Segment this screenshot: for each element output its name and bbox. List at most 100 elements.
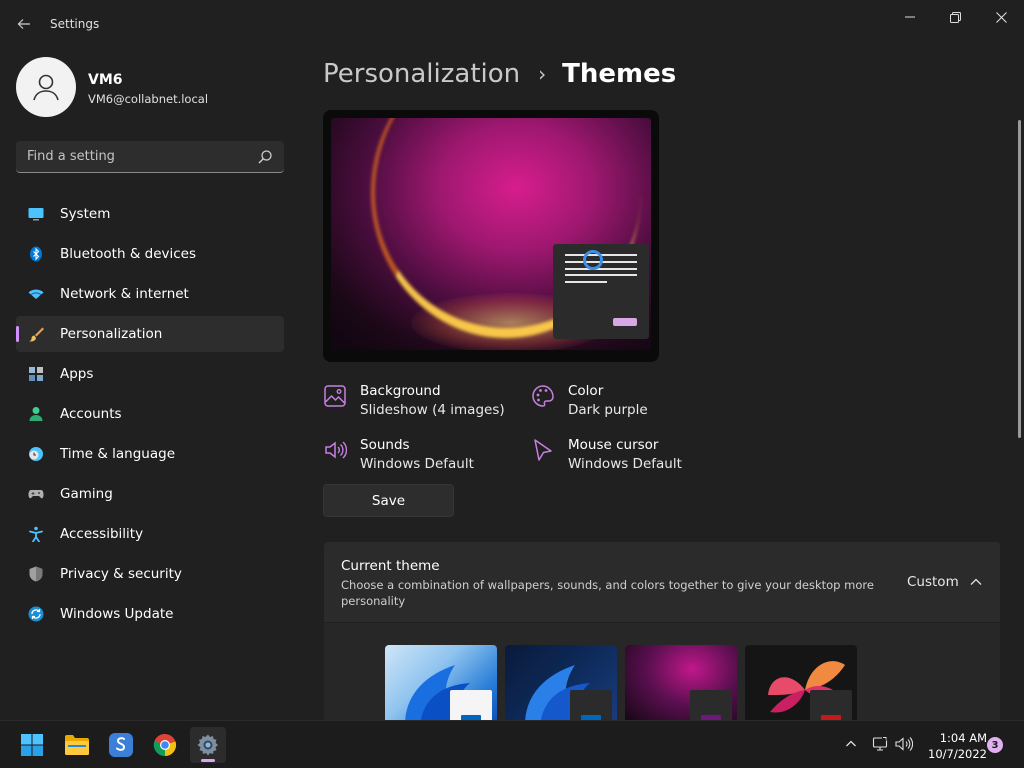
close-button[interactable] <box>979 6 1023 28</box>
theme-thumbnail-captured-motion[interactable] <box>745 645 857 720</box>
network-tray-button[interactable] <box>869 733 891 755</box>
background-title: Background <box>360 383 441 399</box>
user-name: VM6 <box>88 72 123 88</box>
color-setting[interactable]: Color Dark purple <box>531 382 731 422</box>
minimize-button[interactable] <box>888 6 932 28</box>
preview-line <box>565 281 607 283</box>
search-box[interactable]: Find a setting <box>16 141 284 173</box>
cursor-title: Mouse cursor <box>568 437 659 453</box>
chevron-up-icon[interactable] <box>969 575 983 589</box>
thumbnail-window <box>570 690 612 720</box>
show-hidden-icons-button[interactable] <box>840 733 862 755</box>
save-button[interactable]: Save <box>323 484 454 517</box>
sidebar-item-label: Privacy & security <box>60 566 182 582</box>
file-explorer-button[interactable] <box>59 727 95 763</box>
sidebar-item-label: Network & internet <box>60 286 189 302</box>
sidebar-item-accessibility[interactable]: Accessibility <box>16 516 284 552</box>
sidebar-item-label: System <box>60 206 111 222</box>
accessibility-icon <box>29 526 43 542</box>
sidebar-item-system[interactable]: System <box>16 196 284 232</box>
current-theme-value: Custom <box>907 574 959 590</box>
scrollbar[interactable] <box>1018 120 1021 438</box>
file-explorer-icon <box>65 735 89 755</box>
image-icon <box>324 385 346 407</box>
sidebar-item-privacy[interactable]: Privacy & security <box>16 556 284 592</box>
network-icon <box>872 736 888 751</box>
sounds-value: Windows Default <box>360 456 474 472</box>
cursor-icon <box>534 439 552 461</box>
sounds-title: Sounds <box>360 437 410 453</box>
back-arrow-icon <box>17 19 30 29</box>
preview-line <box>565 268 637 270</box>
wifi-icon <box>28 289 44 299</box>
theme-gallery <box>324 623 1000 720</box>
avatar <box>16 57 76 117</box>
palette-icon <box>532 385 554 407</box>
theme-thumbnail-glow[interactable] <box>625 645 737 720</box>
sidebar-item-windows-update[interactable]: Windows Update <box>16 596 284 632</box>
user-email: VM6@collabnet.local <box>88 92 209 106</box>
chrome-button[interactable] <box>147 727 183 763</box>
sidebar-item-label: Accessibility <box>60 526 144 542</box>
sidebar-item-apps[interactable]: Apps <box>16 356 284 392</box>
notification-badge[interactable]: 3 <box>987 737 1003 753</box>
settings-button[interactable] <box>190 727 226 763</box>
sidebar-item-personalization[interactable]: Personalization <box>16 316 284 352</box>
breadcrumb-parent[interactable]: Personalization <box>323 59 520 89</box>
preview-button <box>613 318 637 326</box>
back-button[interactable] <box>12 12 36 36</box>
app-s-button[interactable] <box>103 727 139 763</box>
background-setting[interactable]: Background Slideshow (4 images) <box>323 382 523 422</box>
sidebar-item-time-language[interactable]: Time & language <box>16 436 284 472</box>
cursor-setting[interactable]: Mouse cursor Windows Default <box>531 436 731 476</box>
page-title: Themes <box>562 59 677 89</box>
theme-thumbnail-light[interactable] <box>385 645 497 720</box>
app-title: Settings <box>50 17 100 31</box>
preview-window <box>553 244 649 339</box>
title-bar: Settings <box>0 0 1024 48</box>
apps-icon <box>29 367 43 381</box>
sidebar-item-accounts[interactable]: Accounts <box>16 396 284 432</box>
volume-tray-button[interactable] <box>893 733 915 755</box>
current-theme-card[interactable]: Current theme Choose a combination of wa… <box>324 542 1000 622</box>
start-button[interactable] <box>14 727 50 763</box>
chevron-up-icon <box>846 740 856 747</box>
breadcrumb-separator: › <box>538 62 547 86</box>
theme-preview <box>323 110 659 362</box>
thumbnail-window <box>690 690 732 720</box>
bluetooth-icon <box>30 246 42 262</box>
sidebar-item-label: Apps <box>60 366 94 382</box>
app-s-icon <box>109 733 133 757</box>
cursor-value: Windows Default <box>568 456 682 472</box>
accounts-icon <box>29 407 43 421</box>
shield-icon <box>29 566 43 582</box>
clock[interactable]: 1:04 AM 10/7/2022 <box>921 730 987 762</box>
restore-button[interactable] <box>933 6 977 28</box>
color-value: Dark purple <box>568 402 648 418</box>
minimize-icon <box>905 16 915 18</box>
gamepad-icon <box>28 490 44 499</box>
taskbar: 1:04 AM 10/7/2022 3 <box>0 720 1024 768</box>
clock-date: 10/7/2022 <box>928 747 987 761</box>
search-icon <box>258 150 272 164</box>
thumbnail-window <box>810 690 852 720</box>
background-value: Slideshow (4 images) <box>360 402 505 418</box>
volume-icon <box>895 737 913 751</box>
theme-thumbnail-dark[interactable] <box>505 645 617 720</box>
sidebar-item-bluetooth[interactable]: Bluetooth & devices <box>16 236 284 272</box>
active-app-indicator <box>201 759 215 762</box>
sidebar-item-label: Time & language <box>60 446 176 462</box>
speaker-icon <box>325 441 347 459</box>
update-icon <box>28 606 44 622</box>
clock-time: 1:04 AM <box>939 731 987 745</box>
chrome-icon <box>153 733 177 757</box>
sidebar-item-label: Bluetooth & devices <box>60 246 197 262</box>
search-input[interactable]: Find a setting <box>27 149 115 164</box>
sidebar-item-network[interactable]: Network & internet <box>16 276 284 312</box>
theme-properties: Background Slideshow (4 images) Color Da… <box>323 382 723 482</box>
sidebar-item-gaming[interactable]: Gaming <box>16 476 284 512</box>
thumbnail-window <box>450 690 492 720</box>
sounds-setting[interactable]: Sounds Windows Default <box>323 436 523 476</box>
restore-icon <box>949 11 961 23</box>
sidebar-item-label: Gaming <box>60 486 113 502</box>
